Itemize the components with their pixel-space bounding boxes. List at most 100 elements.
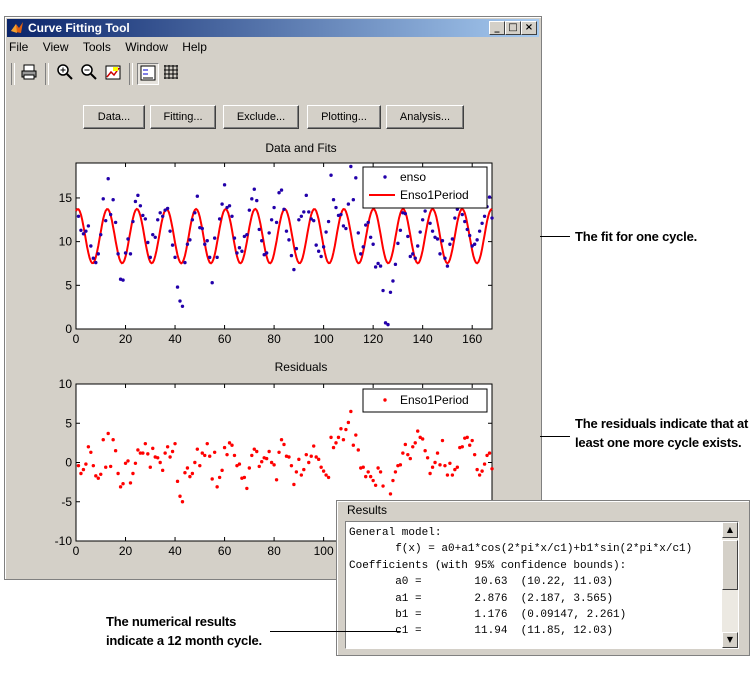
scroll-up-icon[interactable]: ▲ bbox=[722, 522, 738, 538]
results-line: General model: bbox=[349, 527, 442, 539]
residual-point bbox=[351, 443, 356, 447]
zoom-in-icon[interactable] bbox=[55, 63, 75, 83]
residual-point bbox=[136, 448, 140, 452]
data-point bbox=[299, 214, 304, 218]
grid-icon[interactable] bbox=[161, 63, 181, 83]
data-point bbox=[165, 206, 170, 211]
print-icon[interactable] bbox=[19, 63, 39, 83]
title-bar[interactable]: Curve Fitting Tool _ □ × bbox=[7, 19, 539, 37]
residual-point bbox=[175, 479, 180, 484]
data-point bbox=[428, 221, 432, 225]
y-tick-label: 5 bbox=[65, 416, 72, 430]
menu-window[interactable]: Window bbox=[125, 40, 168, 54]
residual-point bbox=[178, 494, 182, 498]
data-point bbox=[376, 261, 380, 266]
data-point bbox=[79, 228, 83, 232]
data-point bbox=[423, 209, 427, 213]
data-point bbox=[185, 242, 190, 246]
data-point bbox=[94, 260, 98, 265]
menu-help[interactable]: Help bbox=[182, 40, 207, 54]
data-point bbox=[453, 216, 457, 220]
results-line: Coefficients (with 95% confidence bounds… bbox=[349, 559, 627, 572]
residual-point bbox=[388, 492, 393, 496]
residual-point bbox=[468, 443, 472, 447]
results-panel: Results General model: f(x) = a0+a1*cos(… bbox=[336, 500, 750, 656]
data-point bbox=[146, 240, 150, 245]
data-point bbox=[133, 199, 138, 204]
results-text-box[interactable]: General model: f(x) = a0+a1*cos(2*pi*x/c… bbox=[345, 521, 739, 649]
residual-point bbox=[413, 441, 417, 445]
data-point bbox=[304, 193, 308, 198]
data-point bbox=[354, 176, 358, 180]
matlab-logo-icon bbox=[11, 22, 23, 33]
residual-point bbox=[430, 465, 435, 469]
data-point bbox=[356, 231, 360, 235]
data-point bbox=[314, 243, 318, 247]
residual-point bbox=[94, 474, 98, 478]
residual-point bbox=[272, 463, 276, 467]
analysis-button[interactable]: Analysis... bbox=[386, 105, 464, 129]
data-point bbox=[227, 204, 232, 208]
data-point bbox=[351, 197, 356, 202]
residual-point bbox=[101, 438, 105, 442]
residual-point bbox=[361, 465, 365, 469]
data-point bbox=[126, 237, 130, 241]
exclude-button[interactable]: Exclude... bbox=[223, 105, 299, 129]
data-point bbox=[222, 183, 227, 187]
results-title: Results bbox=[347, 503, 388, 517]
data-point bbox=[284, 229, 289, 233]
residual-point bbox=[250, 453, 254, 458]
close-button[interactable]: × bbox=[521, 21, 537, 35]
data-point bbox=[403, 211, 408, 216]
residual-point bbox=[331, 445, 336, 450]
legend-icon[interactable] bbox=[137, 63, 159, 85]
data-point bbox=[312, 218, 316, 223]
data-button[interactable]: Data... bbox=[83, 105, 145, 129]
callout-numerical: The numerical results indicate a 12 mont… bbox=[106, 612, 262, 650]
data-point bbox=[339, 212, 343, 217]
data-cursor-icon[interactable] bbox=[103, 63, 123, 83]
x-tick-label: 20 bbox=[119, 544, 133, 558]
menu-view[interactable]: View bbox=[43, 40, 69, 54]
menu-file[interactable]: File bbox=[9, 40, 28, 54]
x-tick-label: 60 bbox=[218, 544, 232, 558]
data-point bbox=[260, 239, 264, 243]
data-point bbox=[346, 202, 351, 206]
zoom-out-icon[interactable] bbox=[79, 63, 99, 83]
residual-point bbox=[321, 469, 326, 473]
plotting-button[interactable]: Plotting... bbox=[307, 105, 381, 129]
legend[interactable]: enso Enso1Period bbox=[362, 166, 488, 209]
minimize-button[interactable]: _ bbox=[489, 21, 505, 35]
data-point bbox=[321, 245, 326, 249]
residual-point bbox=[482, 462, 487, 466]
data-point bbox=[205, 239, 209, 243]
residual-point bbox=[381, 484, 385, 488]
residual-point bbox=[205, 441, 209, 446]
callout-text: The residuals indicate that at bbox=[575, 416, 749, 431]
residual-point bbox=[225, 452, 229, 457]
residual-point bbox=[267, 449, 271, 454]
toolbar-separator bbox=[129, 63, 133, 85]
data-point bbox=[168, 229, 172, 233]
vertical-scrollbar[interactable]: ▲ ▼ bbox=[722, 522, 738, 648]
residual-point bbox=[146, 452, 150, 456]
fitting-button[interactable]: Fitting... bbox=[150, 105, 216, 129]
residual-point bbox=[230, 443, 234, 447]
menu-tools[interactable]: Tools bbox=[83, 40, 111, 54]
residual-point bbox=[376, 466, 380, 470]
maximize-button[interactable]: □ bbox=[505, 21, 521, 35]
residual-point bbox=[156, 456, 160, 460]
scroll-thumb[interactable] bbox=[722, 540, 738, 590]
data-point bbox=[411, 252, 415, 256]
residual-point bbox=[141, 451, 145, 455]
legend[interactable]: Enso1Period bbox=[362, 388, 488, 413]
data-point bbox=[123, 251, 128, 255]
scroll-down-icon[interactable]: ▼ bbox=[722, 632, 738, 648]
residual-point bbox=[307, 460, 311, 465]
residual-point bbox=[297, 457, 301, 462]
data-point bbox=[480, 221, 484, 225]
x-tick-label: 80 bbox=[267, 332, 281, 346]
residual-point bbox=[76, 463, 81, 468]
data-point bbox=[408, 254, 412, 259]
residual-point bbox=[477, 473, 482, 477]
